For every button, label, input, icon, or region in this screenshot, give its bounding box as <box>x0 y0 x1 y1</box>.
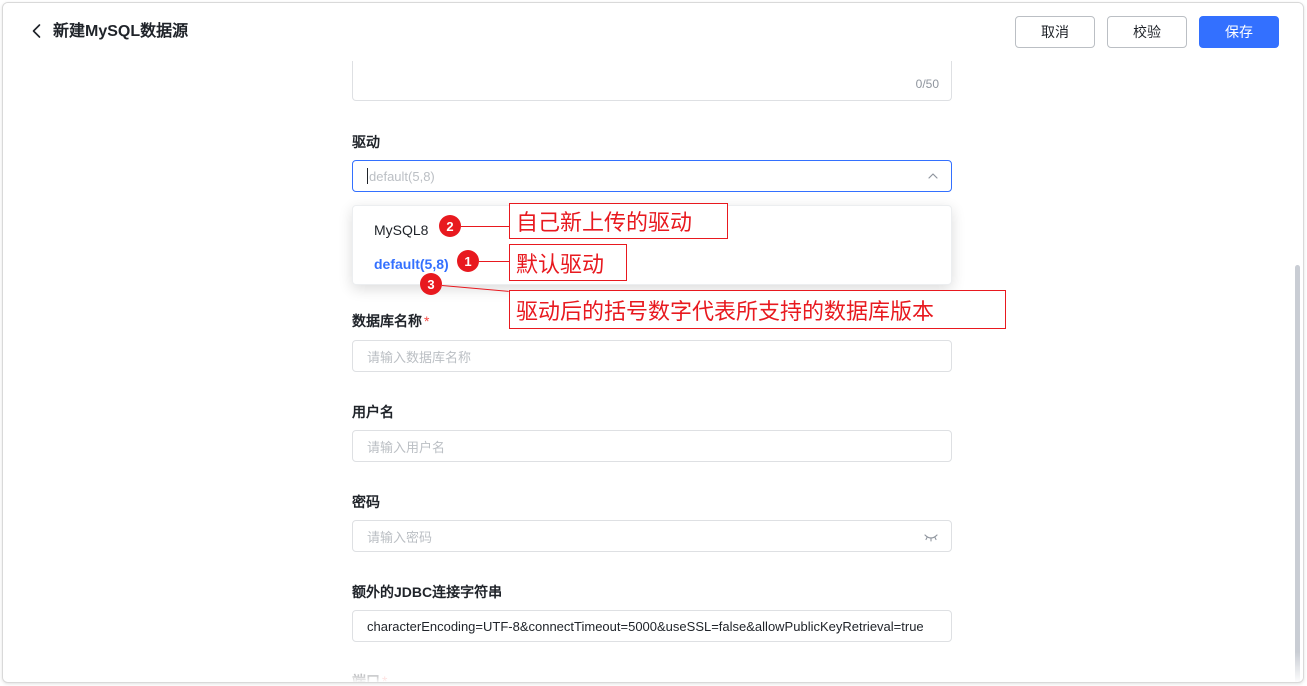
driver-option-mysql8[interactable]: MySQL8 <box>374 221 428 239</box>
eye-closed-icon[interactable] <box>923 532 939 542</box>
scrollbar[interactable] <box>1295 265 1300 682</box>
annotation-leader-line <box>441 285 509 292</box>
password-label: 密码 <box>352 494 380 510</box>
page-header: 新建MySQL数据源 取消 校验 保存 <box>3 3 1303 61</box>
bottom-fade <box>3 652 1303 682</box>
description-textarea[interactable]: 0/50 <box>352 61 952 101</box>
chevron-up-icon[interactable] <box>927 170 939 182</box>
save-button[interactable]: 保存 <box>1199 16 1279 48</box>
jdbc-input[interactable]: characterEncoding=UTF-8&connectTimeout=5… <box>352 610 952 642</box>
cancel-button[interactable]: 取消 <box>1015 16 1095 48</box>
annotation-callout: 自己新上传的驱动 <box>509 203 728 239</box>
username-input[interactable]: 请输入用户名 <box>352 430 952 462</box>
annotation-badge: 2 <box>439 215 461 237</box>
database-label: 数据库名称 * <box>352 312 429 330</box>
username-label: 用户名 <box>352 404 394 420</box>
app-window: 新建MySQL数据源 取消 校验 保存 0/50 驱动 default(5,8)… <box>2 2 1304 683</box>
annotation-callout: 驱动后的括号数字代表所支持的数据库版本 <box>509 290 1006 329</box>
password-input[interactable]: 请输入密码 <box>352 520 952 552</box>
password-placeholder: 请输入密码 <box>367 529 433 545</box>
driver-option-default[interactable]: default(5,8) <box>374 255 449 273</box>
annotation-leader-line <box>461 226 509 227</box>
char-counter: 0/50 <box>915 77 939 91</box>
annotation-badge: 3 <box>420 273 442 295</box>
database-label-text: 数据库名称 <box>352 313 422 329</box>
driver-select[interactable]: default(5,8) <box>352 160 952 192</box>
annotation-leader-line <box>479 261 509 262</box>
required-mark: * <box>424 313 430 329</box>
chevron-left-icon[interactable] <box>27 21 47 41</box>
database-placeholder: 请输入数据库名称 <box>367 349 472 365</box>
driver-select-value: default(5,8) <box>369 168 435 184</box>
username-placeholder: 请输入用户名 <box>367 439 446 455</box>
database-input[interactable]: 请输入数据库名称 <box>352 340 952 372</box>
driver-label: 驱动 <box>352 134 380 150</box>
annotation-badge: 1 <box>457 250 479 272</box>
validate-button[interactable]: 校验 <box>1107 16 1187 48</box>
jdbc-label: 额外的JDBC连接字符串 <box>352 584 503 600</box>
text-caret <box>367 168 368 184</box>
page-title: 新建MySQL数据源 <box>53 23 189 40</box>
annotation-callout: 默认驱动 <box>509 244 627 281</box>
